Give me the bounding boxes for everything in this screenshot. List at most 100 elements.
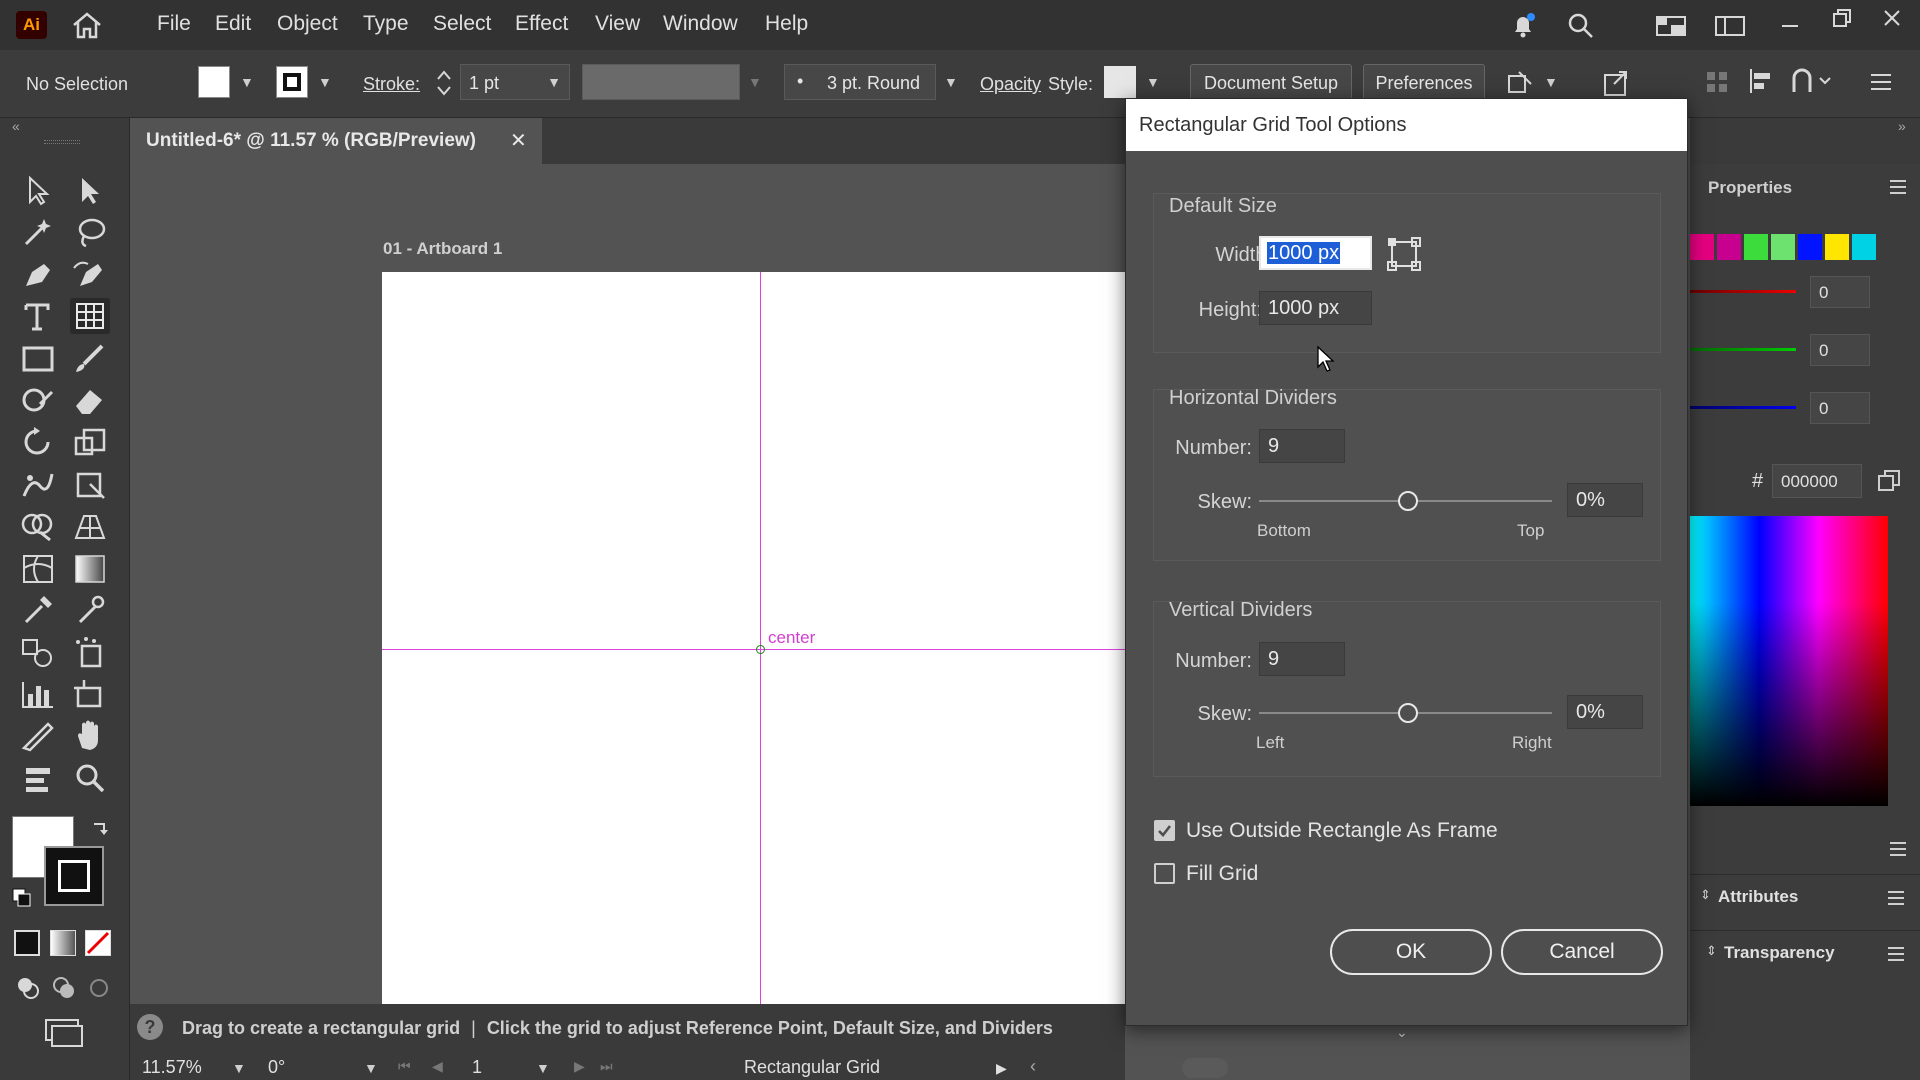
curvature-tool-icon[interactable] <box>70 256 110 292</box>
red-slider-track[interactable] <box>1690 290 1796 293</box>
mesh-tool-icon[interactable] <box>18 550 58 586</box>
pen-tool-icon[interactable] <box>18 256 58 292</box>
attributes-panel-tab[interactable]: ⇕ Attributes <box>1690 874 1920 920</box>
free-transform-tool-icon[interactable] <box>70 466 110 502</box>
cancel-button[interactable]: Cancel <box>1501 929 1663 975</box>
color-swatch[interactable] <box>1771 234 1795 260</box>
draw-inside-icon[interactable] <box>85 974 113 1002</box>
vertical-skew-knob[interactable] <box>1397 703 1418 723</box>
fill-dropdown-icon[interactable]: ▼ <box>240 74 254 90</box>
next-artboard-icon[interactable]: ▶ <box>574 1058 585 1075</box>
lasso-tool-icon[interactable] <box>70 214 110 250</box>
preferences-button[interactable]: Preferences <box>1363 64 1485 102</box>
height-input[interactable]: 1000 px <box>1259 291 1372 325</box>
stroke-weight-input[interactable]: 1 pt ▼ <box>460 64 570 100</box>
help-icon[interactable]: ? <box>137 1014 163 1040</box>
measure-tool-icon[interactable] <box>70 592 110 628</box>
menu-object[interactable]: Object <box>277 12 338 36</box>
puppet-warp-tool-icon[interactable] <box>18 466 58 502</box>
copy-hex-icon[interactable] <box>1876 468 1902 494</box>
ok-button[interactable]: OK <box>1330 929 1492 975</box>
perspective-grid-tool-icon[interactable] <box>70 508 110 544</box>
use-outside-rect-label[interactable]: Use Outside Rectangle As Frame <box>1186 819 1498 843</box>
brush-dropdown-icon[interactable]: ▼ <box>944 74 958 90</box>
direct-selection-tool-icon[interactable] <box>70 172 110 208</box>
column-graph-tool-icon[interactable] <box>18 676 58 712</box>
horizontal-number-input[interactable]: 9 <box>1259 429 1345 463</box>
expand-panels-icon[interactable]: » <box>1898 118 1906 134</box>
stroke-label[interactable]: Stroke: <box>363 74 420 95</box>
screen-mode-icon[interactable] <box>42 1016 86 1048</box>
color-swatch[interactable] <box>1852 234 1876 260</box>
panel-options-icon-2[interactable] <box>1888 840 1908 858</box>
green-slider-track[interactable] <box>1690 348 1796 351</box>
stroke-stepper-icon[interactable] <box>434 66 454 100</box>
color-mode-icon[interactable] <box>14 930 40 956</box>
pathfinder-icon[interactable] <box>1790 66 1834 96</box>
slice-tool-icon[interactable] <box>18 718 58 754</box>
document-tab[interactable]: Untitled-6* @ 11.57 % (RGB/Preview) ✕ <box>130 118 542 164</box>
reference-point-icon[interactable] <box>1385 235 1423 273</box>
panel-menu-icon[interactable] <box>1868 70 1894 94</box>
close-tab-icon[interactable]: ✕ <box>510 128 527 153</box>
menu-effect[interactable]: Effect <box>515 12 568 36</box>
quick-actions-dropdown-icon[interactable]: ▼ <box>1544 74 1558 90</box>
opacity-label[interactable]: Opacity <box>980 74 1041 95</box>
green-value-input[interactable]: 0 <box>1810 334 1870 366</box>
brush-definition[interactable]: • 3 pt. Round <box>784 64 936 100</box>
export-icon[interactable] <box>1600 66 1632 98</box>
style-swatch[interactable] <box>1104 66 1136 98</box>
color-swatch[interactable] <box>1690 234 1714 260</box>
menu-help[interactable]: Help <box>765 12 808 36</box>
none-mode-icon[interactable] <box>85 930 111 956</box>
eraser-tool-icon[interactable] <box>70 382 110 418</box>
draw-behind-icon[interactable] <box>50 974 78 1002</box>
fill-grid-label[interactable]: Fill Grid <box>1186 862 1258 886</box>
arrange-documents-icon[interactable] <box>1714 14 1746 38</box>
panel-scroll-down-icon[interactable]: ⌄ <box>1396 1024 1408 1041</box>
red-value-input[interactable]: 0 <box>1810 276 1870 308</box>
horizontal-skew-input[interactable]: 0% <box>1567 483 1643 517</box>
search-icon[interactable] <box>1565 10 1595 40</box>
grid-arrange-icon[interactable] <box>1703 68 1731 96</box>
previous-artboard-icon[interactable]: ◀ <box>432 1058 443 1075</box>
artboard[interactable]: center <box>382 272 1125 1004</box>
restore-icon[interactable] <box>1830 6 1854 30</box>
gradient-mode-icon[interactable] <box>50 930 76 956</box>
menu-view[interactable]: View <box>595 12 640 36</box>
magic-wand-tool-icon[interactable] <box>18 214 58 250</box>
menu-select[interactable]: Select <box>433 12 491 36</box>
shape-builder-tool-icon[interactable] <box>18 508 58 544</box>
rectangle-tool-icon[interactable] <box>18 340 58 376</box>
color-swatch[interactable] <box>1798 234 1822 260</box>
eyedropper-tool-icon[interactable] <box>18 592 58 628</box>
color-swatch[interactable] <box>1717 234 1741 260</box>
width-input[interactable]: 1000 px <box>1259 236 1372 270</box>
rectangular-grid-tool-icon[interactable] <box>70 298 110 334</box>
artboard-number-input[interactable]: 1 ▼ <box>460 1054 556 1080</box>
paintbrush-tool-icon[interactable] <box>70 340 110 376</box>
symbol-sprayer-tool-icon[interactable] <box>70 634 110 670</box>
selection-tool-icon[interactable] <box>18 172 58 208</box>
default-fill-stroke-icon[interactable] <box>10 886 34 910</box>
zoom-tool-icon[interactable] <box>70 760 110 796</box>
vertical-skew-input[interactable]: 0% <box>1567 695 1643 729</box>
align-icon[interactable] <box>1746 66 1776 96</box>
transparency-panel-tab[interactable]: ⇕ Transparency <box>1690 930 1920 976</box>
artboard-label[interactable]: 01 - Artboard 1 <box>383 239 502 259</box>
style-dropdown-icon[interactable]: ▼ <box>1146 74 1160 90</box>
notification-bell-icon[interactable] <box>1508 10 1538 40</box>
fill-swatch[interactable] <box>198 66 230 98</box>
profile-dropdown-icon[interactable]: ▼ <box>748 74 762 90</box>
collapse-toolbar-icon[interactable]: « <box>12 118 20 134</box>
panel-options-icon[interactable] <box>1888 178 1908 196</box>
color-swatch[interactable] <box>1825 234 1849 260</box>
dialog-title[interactable]: Rectangular Grid Tool Options <box>1126 99 1687 151</box>
quick-actions-icon[interactable] <box>1505 68 1535 98</box>
menu-file[interactable]: File <box>157 12 191 36</box>
use-outside-rect-checkbox[interactable] <box>1154 820 1175 841</box>
color-spectrum[interactable] <box>1690 516 1888 806</box>
menu-type[interactable]: Type <box>363 12 409 36</box>
vertical-number-input[interactable]: 9 <box>1259 642 1345 676</box>
artboard-tool-icon[interactable] <box>70 676 110 712</box>
